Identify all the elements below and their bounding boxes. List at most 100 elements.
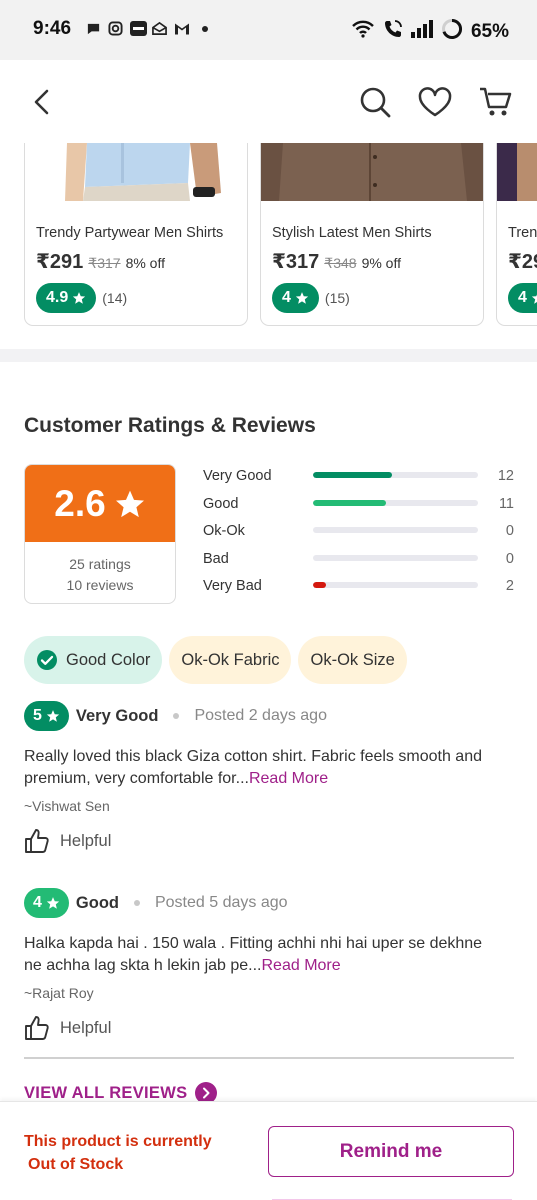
tag-label: Ok-Ok Fabric	[181, 650, 280, 669]
review-rating-value: 4	[33, 894, 42, 911]
product-rating-value: 4.9	[46, 289, 69, 306]
distribution-track	[313, 554, 478, 561]
heart-icon[interactable]	[415, 82, 455, 122]
product-rating-count: (15)	[324, 290, 350, 306]
tag-ok-ok-fabric[interactable]: Ok-Ok Fabric	[169, 636, 292, 684]
separator-dot	[173, 713, 180, 719]
star-icon	[295, 292, 309, 304]
distribution-track	[313, 582, 478, 588]
tag-label: Good Color	[66, 650, 151, 669]
rating-counts: 25 ratings 10 reviews	[25, 542, 175, 596]
mail-open-icon	[152, 21, 167, 36]
reviews-divider	[24, 1057, 514, 1059]
product-mrp: ₹348	[324, 255, 357, 271]
distribution-row: Good 11	[203, 494, 515, 516]
read-more-link[interactable]: Read More	[262, 957, 341, 974]
review-header: 5 Very Good Posted 2 days ago	[24, 700, 514, 732]
distribution-fill	[313, 472, 393, 478]
product-price: ₹29	[508, 251, 537, 273]
average-rating-badge: 2.6	[25, 465, 175, 542]
product-rating-badge: 4	[508, 283, 537, 313]
out-of-stock-line2: Out of Stock	[28, 1156, 124, 1173]
product-image	[25, 143, 247, 201]
review-posted: Posted 5 days ago	[154, 894, 288, 911]
cart-icon[interactable]	[476, 82, 516, 122]
product-name: Trendy Partywear Men Shirts	[36, 225, 224, 241]
notification-icons	[86, 21, 208, 36]
review-rating-value: 5	[33, 707, 42, 724]
tag-good-color[interactable]: Good Color	[24, 636, 163, 684]
helpful-label: Helpful	[60, 1018, 112, 1037]
product-rating-count: (14)	[102, 290, 128, 306]
read-more-link[interactable]: Read More	[249, 770, 328, 787]
wifi-call-icon	[383, 19, 403, 44]
battery-percent: 65%	[470, 20, 509, 42]
product-price-row: ₹317 ₹348 9% off	[272, 249, 401, 274]
distribution-label: Ok-Ok	[203, 523, 245, 539]
review-header: 4 Good Posted 5 days ago	[24, 887, 514, 919]
star-icon	[531, 294, 537, 304]
distribution-count: 11	[498, 495, 514, 512]
check-circle-icon	[37, 650, 57, 670]
status-right: 65%	[351, 18, 509, 45]
remind-me-button[interactable]: Remind me	[268, 1126, 514, 1177]
tag-ok-ok-size[interactable]: Ok-Ok Size	[298, 636, 407, 684]
distribution-row: Bad 0	[203, 549, 515, 571]
product-image	[261, 143, 483, 201]
helpful-button[interactable]: Helpful	[24, 1015, 514, 1041]
distribution-count: 0	[505, 523, 514, 539]
star-icon	[73, 292, 86, 304]
status-time: 9:46	[33, 18, 72, 39]
search-icon[interactable]	[355, 82, 395, 122]
ratings-section-title: Customer Ratings & Reviews	[24, 414, 316, 437]
average-rating-box: 2.6 25 ratings 10 reviews	[24, 464, 176, 604]
distribution-row: Ok-Ok 0	[203, 521, 515, 543]
product-price-row: ₹29	[508, 249, 537, 274]
review-item: 4 Good Posted 5 days ago Halka kapda hai…	[24, 887, 514, 1041]
tag-label: Ok-Ok Size	[310, 650, 395, 669]
distribution-fill	[313, 499, 386, 506]
battery-ring-icon	[441, 18, 463, 45]
product-rating-badge: 4	[272, 283, 319, 313]
review-title: Very Good	[75, 706, 159, 725]
ratings-count: 25 ratings	[69, 556, 131, 572]
status-bar: 9:46 65%	[0, 0, 537, 60]
out-of-stock-line1: This product is currently	[24, 1133, 212, 1150]
product-rating-badge: 4.9	[36, 283, 97, 313]
instagram-icon	[108, 21, 123, 36]
distribution-label: Good	[203, 495, 239, 512]
product-card[interactable]: Trendy Partywear Men Shirts ₹291 ₹317 8%…	[24, 143, 248, 326]
distribution-count: 2	[505, 578, 514, 594]
out-of-stock-message: This product is currently Out of Stock	[24, 1130, 234, 1176]
app-header	[0, 60, 537, 144]
helpful-button[interactable]: Helpful	[24, 828, 514, 854]
star-icon	[115, 490, 144, 517]
thumbs-up-icon	[25, 829, 49, 853]
gmail-icon	[174, 21, 189, 36]
product-mrp: ₹317	[88, 255, 121, 271]
product-card[interactable]: Stylish Latest Men Shirts ₹317 ₹348 9% o…	[260, 143, 484, 326]
product-discount: 8% off	[125, 255, 165, 271]
similar-products-carousel[interactable]: Trendy Partywear Men Shirts ₹291 ₹317 8%…	[0, 143, 537, 328]
bottom-action-bar: This product is currently Out of Stock R…	[0, 1101, 537, 1200]
back-arrow-icon[interactable]	[22, 82, 62, 122]
product-name: Trendy Partywear Men Shirts	[508, 225, 537, 241]
distribution-row: Very Good 12	[203, 466, 515, 488]
chat-bubble-icon	[86, 21, 101, 36]
product-price: ₹317	[272, 251, 320, 273]
product-card[interactable]: Trendy Partywear Men Shirts ₹29 4	[496, 143, 537, 326]
review-text: Really loved this black Giza cotton shir…	[24, 746, 504, 790]
review-author: ~Rajat Roy	[24, 985, 94, 1001]
review-tags: Good Color Ok-Ok Fabric Ok-Ok Size	[24, 636, 407, 684]
thumbs-up-icon	[25, 1016, 49, 1040]
review-title: Good	[75, 893, 119, 912]
product-price-row: ₹291 ₹317 8% off	[36, 249, 165, 274]
review-text: Halka kapda hai . 150 wala . Fitting ach…	[24, 933, 504, 977]
distribution-label: Bad	[203, 550, 229, 567]
product-image	[497, 143, 537, 201]
review-rating-badge: 4	[24, 888, 69, 918]
view-all-label: VIEW ALL REVIEWS	[24, 1083, 188, 1102]
distribution-track	[313, 527, 478, 533]
star-icon	[46, 710, 60, 722]
star-icon	[46, 897, 60, 909]
